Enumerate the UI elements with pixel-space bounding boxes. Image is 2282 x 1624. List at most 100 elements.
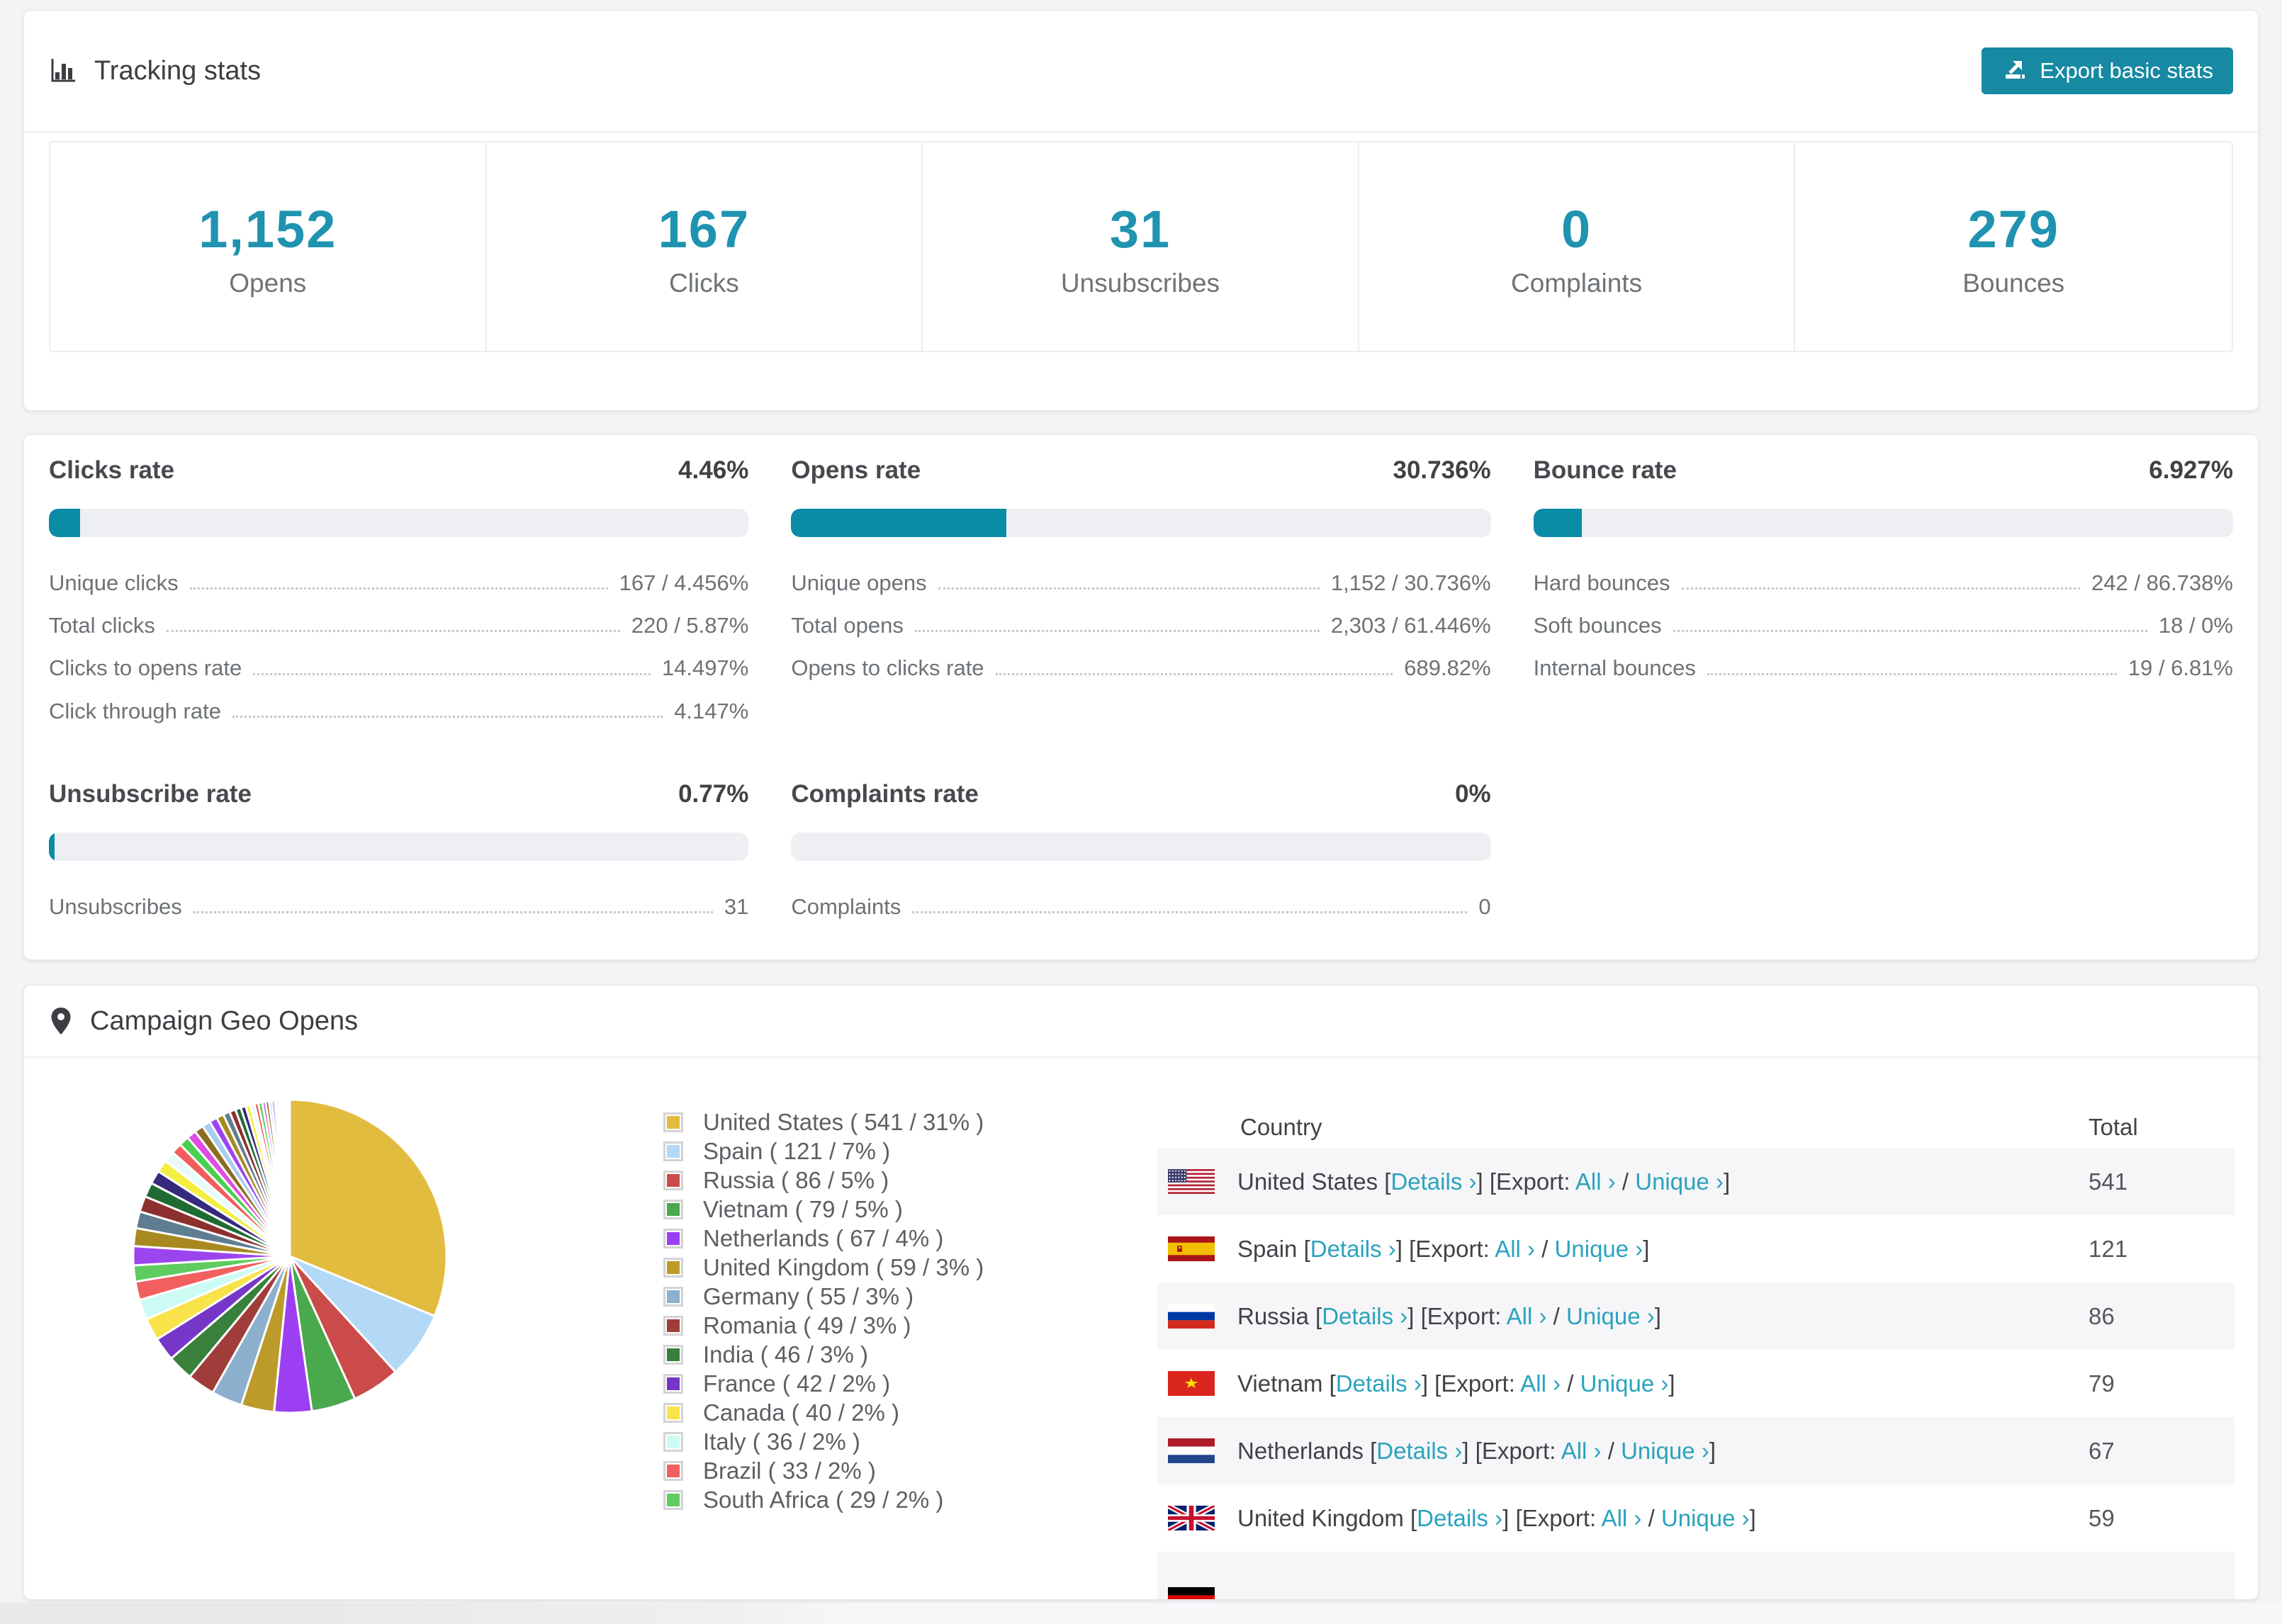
country-column-header: Country <box>1240 1114 1322 1140</box>
tracking-stats-card: Tracking stats Export basic stats 1,152 O… <box>23 10 2259 411</box>
tracking-stats-title: Tracking stats <box>49 56 261 86</box>
details-link[interactable]: Details › <box>1322 1303 1407 1329</box>
ru-flag-icon <box>1168 1304 1215 1329</box>
details-link[interactable]: Details › <box>1376 1438 1462 1464</box>
row-total-value: 59 <box>2089 1504 2115 1531</box>
country-cell: Spain [Details ›] [Export: All › / Uniqu… <box>1237 1235 1650 1262</box>
de-flag-icon <box>1168 1587 1215 1599</box>
pie-slice[interactable] <box>288 1098 291 1258</box>
export-unique-link[interactable]: Unique › <box>1635 1168 1724 1195</box>
rate-title: Bounce rate <box>1533 456 1677 484</box>
rate-detail-row: Click through rate 4.147% <box>49 698 748 724</box>
dotted-leader <box>995 672 1393 675</box>
rate-detail-label: Click through rate <box>49 698 221 723</box>
rate-detail-row: Soft bounces 18 / 0% <box>1534 612 2233 638</box>
export-unique-link[interactable]: Unique › <box>1580 1370 1669 1397</box>
legend-item: Romania ( 49 / 3% ) <box>663 1311 984 1340</box>
dotted-leader <box>912 910 1468 913</box>
rate-block: Opens rate 30.736% Unique opens 1,152 / 30.… <box>791 456 1491 740</box>
legend-item: United Kingdom ( 59 / 3% ) <box>663 1253 984 1282</box>
export-unique-link[interactable]: Unique › <box>1566 1303 1655 1329</box>
rate-block: Bounce rate 6.927% Hard bounces 242 / 86.73… <box>1533 456 2233 740</box>
rate-detail-row: Complaints 0 <box>791 893 1490 920</box>
export-basic-stats-button[interactable]: Export basic stats <box>1982 47 2233 94</box>
rate-title: Unsubscribe rate <box>49 779 252 808</box>
legend-swatch <box>663 1373 683 1394</box>
rates-card: Clicks rate 4.46% Unique clicks 167 / 4.456… <box>23 434 2259 960</box>
legend-swatch <box>663 1228 683 1248</box>
rate-detail-row: Internal bounces 19 / 6.81% <box>1534 655 2233 681</box>
summary-stat-box: 0 Complaints <box>1359 142 1796 351</box>
rate-detail-row: Unique clicks 167 / 4.456% <box>49 570 748 596</box>
legend-swatch <box>663 1170 683 1190</box>
rate-block: Clicks rate 4.46% Unique clicks 167 / 4.456… <box>49 456 749 740</box>
export-all-link[interactable]: All › <box>1561 1438 1602 1464</box>
rate-value: 4.46% <box>678 456 749 484</box>
rate-detail-label: Hard bounces <box>1533 570 1670 595</box>
export-all-link[interactable]: All › <box>1495 1236 1535 1262</box>
export-unique-link[interactable]: Unique › <box>1661 1505 1750 1531</box>
geo-table-rows: United States [Details ›] [Export: All ›… <box>1157 1148 2235 1599</box>
legend-label: Vietnam ( 79 / 5% ) <box>703 1195 903 1222</box>
geo-pie-chart <box>132 1098 448 1414</box>
legend-label: India ( 46 / 3% ) <box>703 1341 868 1368</box>
rate-header: Bounce rate 6.927% <box>1534 456 2233 485</box>
rate-detail-value: 0 <box>1478 893 1491 919</box>
table-row: Netherlands [Details ›] [Export: All › /… <box>1157 1417 2235 1484</box>
rate-detail-value: 689.82% <box>1404 655 1491 681</box>
rate-detail-row: Total clicks 220 / 5.87% <box>49 612 748 638</box>
rate-detail-label: Total opens <box>791 613 904 638</box>
stat-label: Bounces <box>1962 269 2065 298</box>
dotted-leader <box>166 630 620 633</box>
rate-detail-rows: Unsubscribes 31 <box>49 893 748 920</box>
details-link[interactable]: Details › <box>1417 1505 1502 1531</box>
dotted-leader <box>1707 672 2117 675</box>
dashboard-page: Tracking stats Export basic stats 1,152 O… <box>0 0 2282 1624</box>
rate-header: Opens rate 30.736% <box>791 456 1490 485</box>
legend-label: France ( 42 / 2% ) <box>703 1370 891 1397</box>
details-link[interactable]: Details › <box>1336 1370 1422 1397</box>
legend-item: France ( 42 / 2% ) <box>663 1369 984 1398</box>
legend-label: Canada ( 40 / 2% ) <box>703 1399 899 1426</box>
geo-opens-body: United States ( 541 / 31% ) Spain ( 121 /… <box>24 1058 2258 1599</box>
es-flag-icon <box>1168 1236 1215 1261</box>
summary-stat-box: 167 Clicks <box>486 142 923 351</box>
legend-item: Spain ( 121 / 7% ) <box>663 1137 984 1166</box>
total-column-header: Total <box>2089 1114 2138 1140</box>
details-link[interactable]: Details › <box>1310 1236 1396 1262</box>
legend-label: Germany ( 55 / 3% ) <box>703 1282 914 1309</box>
legend-label: South Africa ( 29 / 2% ) <box>703 1486 944 1513</box>
legend-label: Russia ( 86 / 5% ) <box>703 1166 889 1193</box>
rate-detail-row: Hard bounces 242 / 86.738% <box>1534 570 2233 596</box>
export-all-link[interactable]: All › <box>1520 1370 1561 1397</box>
rate-block: Unsubscribe rate 0.77% Unsubscribes 31 <box>49 779 749 936</box>
export-all-link[interactable]: All › <box>1507 1303 1547 1329</box>
legend-swatch <box>663 1141 683 1161</box>
dotted-leader <box>232 715 663 718</box>
row-total-value: 86 <box>2089 1302 2115 1329</box>
legend-swatch <box>663 1112 683 1132</box>
export-unique-link[interactable]: Unique › <box>1555 1236 1643 1262</box>
rate-detail-value: 167 / 4.456% <box>619 570 749 595</box>
export-all-link[interactable]: All › <box>1575 1168 1616 1195</box>
legend-swatch <box>663 1460 683 1481</box>
geo-opens-header: Campaign Geo Opens <box>24 986 2258 1058</box>
rate-detail-label: Unique opens <box>791 570 927 595</box>
legend-swatch <box>663 1286 683 1307</box>
legend-label: Brazil ( 33 / 2% ) <box>703 1457 876 1484</box>
vn-flag-icon <box>1168 1371 1215 1396</box>
dotted-leader <box>938 587 1320 590</box>
export-unique-link[interactable]: Unique › <box>1621 1438 1709 1464</box>
rate-detail-label: Total clicks <box>49 613 155 638</box>
rate-detail-row: Clicks to opens rate 14.497% <box>49 655 748 681</box>
export-all-link[interactable]: All › <box>1602 1505 1642 1531</box>
legend-item: South Africa ( 29 / 2% ) <box>663 1485 984 1514</box>
rate-detail-label: Soft bounces <box>1533 613 1662 638</box>
rate-detail-row: Total opens 2,303 / 61.446% <box>791 612 1490 638</box>
progress-bar <box>1533 509 2233 537</box>
rate-detail-label: Internal bounces <box>1533 655 1696 681</box>
rates-grid: Clicks rate 4.46% Unique clicks 167 / 4.456… <box>49 456 2233 936</box>
nl-flag-icon <box>1168 1438 1215 1463</box>
dotted-leader <box>193 910 713 913</box>
details-link[interactable]: Details › <box>1390 1168 1476 1195</box>
